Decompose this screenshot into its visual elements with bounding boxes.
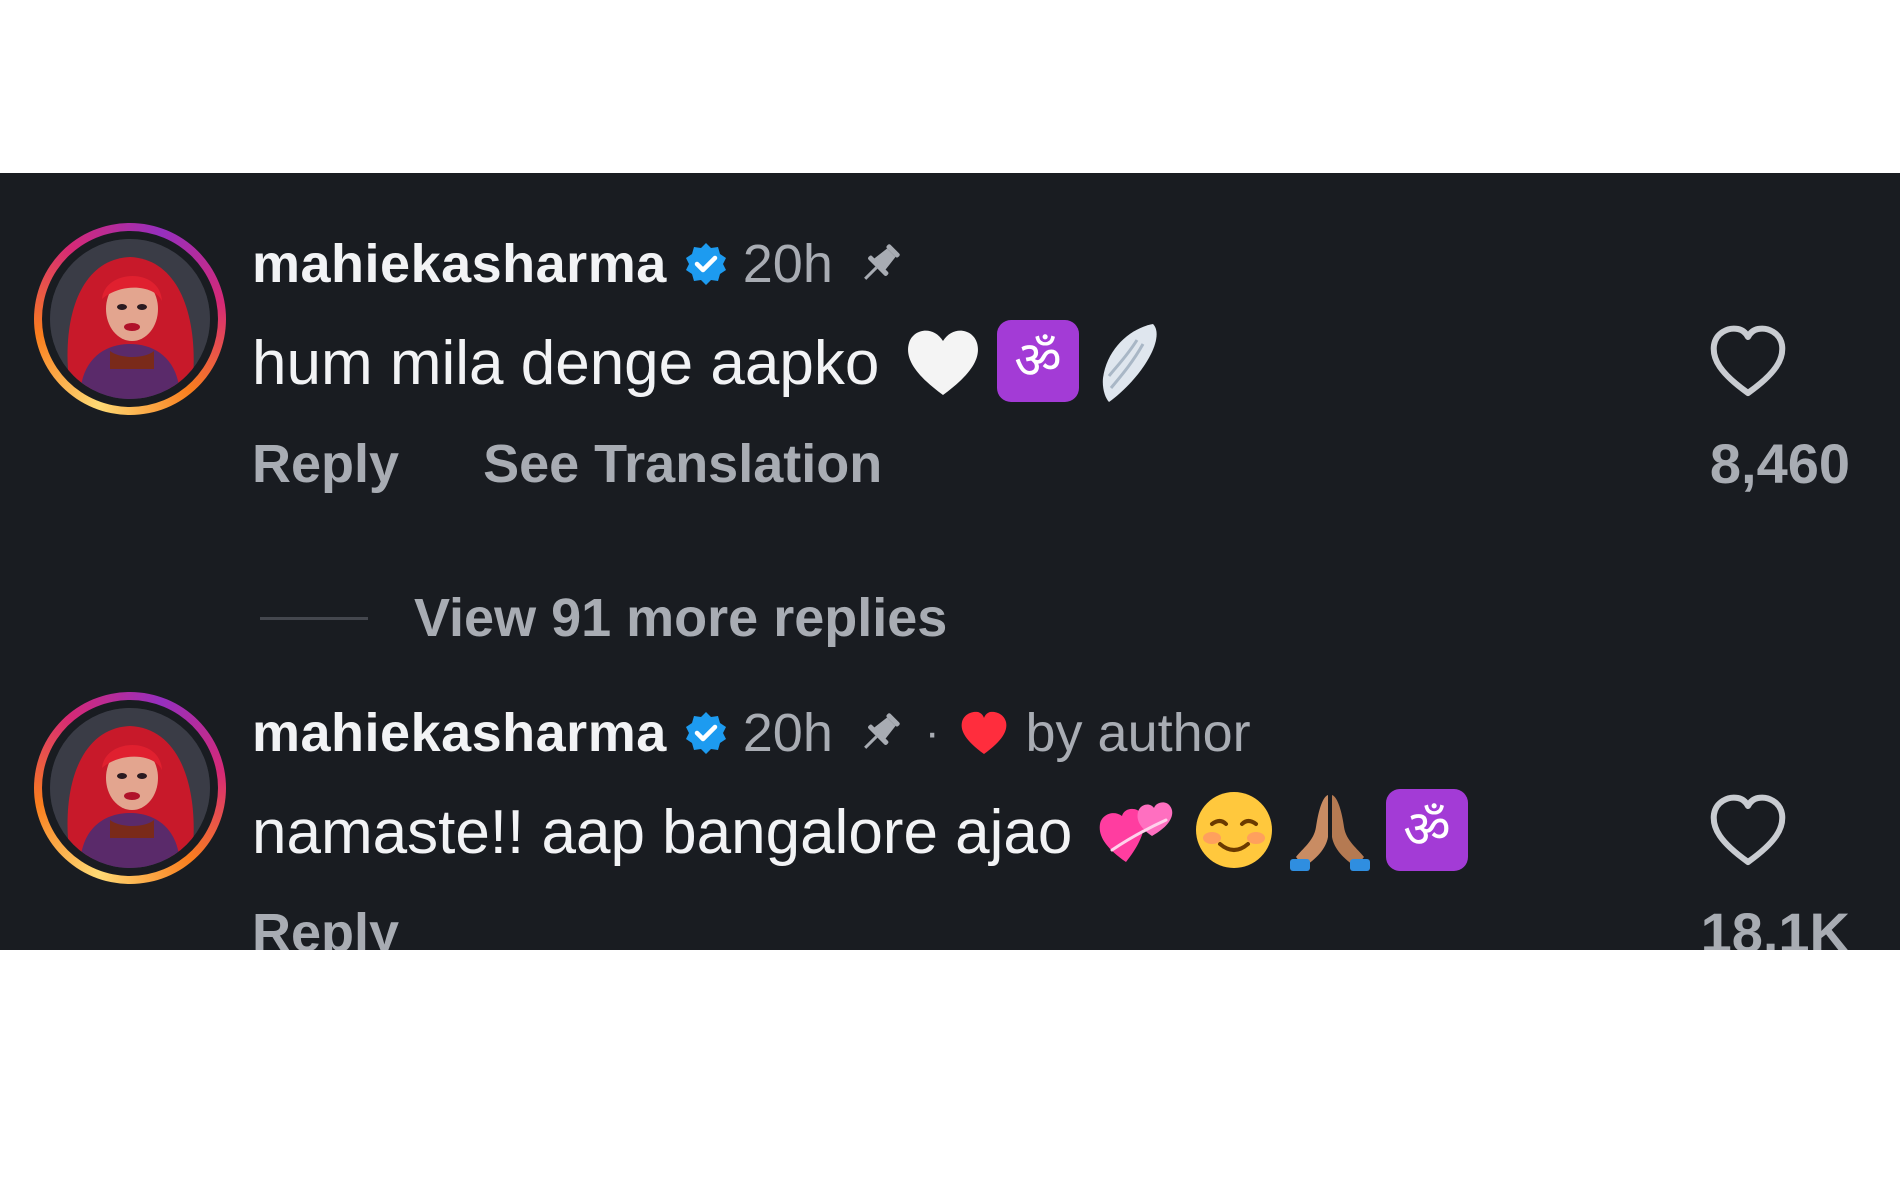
avatar-image bbox=[50, 708, 210, 868]
folded-hands-icon bbox=[1288, 787, 1372, 878]
smiling-face-icon bbox=[1192, 788, 1276, 877]
avatar-image bbox=[50, 239, 210, 399]
avatar[interactable] bbox=[34, 692, 226, 884]
comment-emojis: ॐ bbox=[1096, 787, 1482, 878]
liked-by-author-label: by author bbox=[1025, 703, 1251, 763]
comment-emojis: ॐ bbox=[903, 318, 1175, 409]
wing-icon bbox=[1093, 318, 1163, 409]
pin-icon bbox=[853, 237, 907, 291]
svg-text:ॐ: ॐ bbox=[1015, 331, 1062, 391]
pin-icon bbox=[853, 706, 907, 760]
comments-panel: mahiekasharma 20h hum mila denge aapko ॐ… bbox=[0, 173, 1900, 950]
see-translation-button[interactable]: See Translation bbox=[483, 433, 882, 495]
heart-outline-icon[interactable] bbox=[1706, 792, 1790, 868]
separator-dot: · bbox=[924, 708, 940, 757]
verified-badge-icon bbox=[683, 241, 729, 287]
comment-actions: Reply See Translation bbox=[252, 429, 882, 499]
om-icon: ॐ bbox=[1384, 787, 1470, 878]
red-heart-icon bbox=[958, 709, 1010, 757]
reply-button[interactable]: Reply bbox=[252, 902, 399, 950]
avatar[interactable] bbox=[34, 223, 226, 415]
white-heart-icon bbox=[903, 323, 983, 404]
om-icon: ॐ bbox=[995, 318, 1081, 409]
view-replies-label[interactable]: View 91 more replies bbox=[414, 587, 947, 649]
like-count: 18.1K bbox=[1700, 901, 1850, 950]
two-hearts-icon bbox=[1096, 790, 1180, 875]
replies-divider bbox=[260, 616, 368, 620]
comment-actions: Reply bbox=[252, 898, 399, 950]
heart-outline-icon[interactable] bbox=[1706, 323, 1790, 399]
comment-time: 20h bbox=[742, 703, 833, 763]
comment-meta: mahiekasharma 20h bbox=[252, 233, 907, 295]
view-replies[interactable]: View 91 more replies bbox=[260, 583, 947, 653]
comment-text: hum mila denge aapko bbox=[252, 328, 880, 398]
reply-button[interactable]: Reply bbox=[252, 433, 399, 495]
comment-meta: mahiekasharma 20h · by author bbox=[252, 702, 1251, 764]
comment-time: 20h bbox=[742, 234, 833, 294]
username[interactable]: mahiekasharma bbox=[252, 233, 667, 295]
comment-text: namaste!! aap bangalore ajao bbox=[252, 797, 1073, 867]
comment-body: hum mila denge aapko ॐ bbox=[252, 313, 1175, 413]
verified-badge-icon bbox=[683, 710, 729, 756]
svg-text:ॐ: ॐ bbox=[1404, 800, 1451, 860]
like-count: 8,460 bbox=[1709, 432, 1850, 495]
username[interactable]: mahiekasharma bbox=[252, 702, 667, 764]
comment-body: namaste!! aap bangalore ajao ॐ bbox=[252, 782, 1482, 882]
